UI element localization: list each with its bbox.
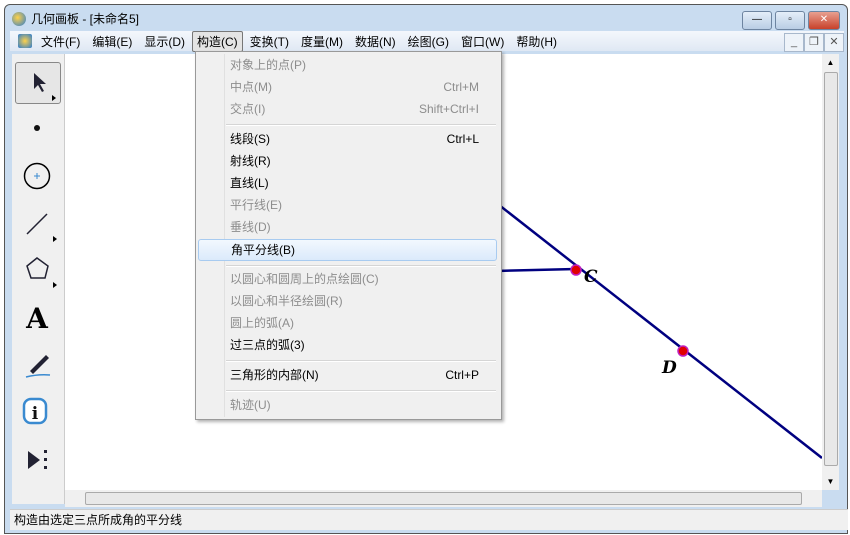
- angle-side-segment[interactable]: [494, 267, 577, 273]
- menu-item-triangle-interior[interactable]: 三角形的内部(N) Ctrl+P: [198, 364, 495, 386]
- information-tool[interactable]: i: [15, 392, 59, 432]
- point-d[interactable]: [677, 345, 689, 357]
- doc-restore-button[interactable]: ❐: [804, 33, 824, 52]
- minimize-button[interactable]: —: [742, 11, 772, 30]
- menu-item-parallel-line[interactable]: 平行线(E): [198, 194, 495, 216]
- menu-item-circle-center-point[interactable]: 以圆心和圆周上的点绘圆(C): [198, 268, 495, 290]
- menu-data[interactable]: 数据(N): [350, 31, 401, 52]
- document-icon[interactable]: [18, 34, 32, 48]
- vertical-scrollbar[interactable]: ▲ ▼: [822, 54, 839, 490]
- info-icon: i: [22, 397, 48, 425]
- svg-text:i: i: [32, 404, 39, 424]
- menu-item-midpoint[interactable]: 中点(M) Ctrl+M: [198, 76, 495, 98]
- horizontal-scrollbar[interactable]: [65, 490, 822, 507]
- close-button[interactable]: ✕: [808, 11, 840, 30]
- segment-icon: [26, 213, 57, 242]
- text-tool[interactable]: A: [15, 298, 59, 338]
- arrow-icon: [34, 73, 56, 101]
- text-a-icon: A: [26, 301, 48, 335]
- menu-help[interactable]: 帮助(H): [511, 31, 562, 52]
- marker-tool[interactable]: [15, 344, 59, 384]
- menubar: 文件(F) 编辑(E) 显示(D) 构造(C) 变换(T) 度量(M) 数据(N…: [10, 30, 844, 52]
- line-tool[interactable]: [15, 204, 59, 244]
- label-d[interactable]: D: [661, 358, 677, 378]
- horizontal-scroll-thumb[interactable]: [85, 492, 802, 505]
- menu-item-perpendicular-line[interactable]: 垂线(D): [198, 216, 495, 238]
- title-bar: 几何画板 - [未命名5]: [12, 10, 139, 27]
- doc-minimize-button[interactable]: _: [784, 33, 804, 52]
- vertical-scroll-thumb[interactable]: [824, 72, 838, 466]
- arrow-tool[interactable]: [15, 62, 61, 104]
- menu-item-angle-bisector[interactable]: 角平分线(B): [198, 239, 497, 261]
- menu-construct[interactable]: 构造(C): [192, 30, 243, 52]
- menu-edit[interactable]: 编辑(E): [87, 31, 137, 52]
- bisector-line[interactable]: [484, 193, 823, 459]
- custom-tool[interactable]: [15, 440, 59, 480]
- toolbox: A i: [12, 54, 65, 504]
- status-bar: 构造由选定三点所成角的平分线: [10, 509, 848, 530]
- circle-icon: [23, 162, 51, 190]
- menu-transform[interactable]: 变换(T): [245, 31, 294, 52]
- menu-item-segment[interactable]: 线段(S) Ctrl+L: [198, 128, 495, 150]
- menu-item-circle-center-radius[interactable]: 以圆心和半径绘圆(R): [198, 290, 495, 312]
- point-icon: [34, 125, 40, 131]
- menu-display[interactable]: 显示(D): [139, 31, 190, 52]
- custom-tool-icon: [28, 450, 47, 469]
- compass-tool[interactable]: [15, 156, 59, 196]
- polygon-tool[interactable]: [15, 250, 59, 290]
- menu-file[interactable]: 文件(F): [36, 31, 85, 52]
- menu-item-intersection[interactable]: 交点(I) Shift+Ctrl+I: [198, 98, 495, 120]
- point-c[interactable]: [570, 264, 582, 276]
- menu-item-line[interactable]: 直线(L): [198, 172, 495, 194]
- doc-close-button[interactable]: ✕: [824, 33, 844, 52]
- menu-item-point-on-object[interactable]: 对象上的点(P): [198, 54, 495, 76]
- marker-icon: [25, 355, 51, 378]
- polygon-icon: [26, 257, 57, 288]
- window-title: 几何画板 - [未命名5]: [31, 12, 140, 26]
- app-icon: [12, 11, 26, 26]
- construct-menu: 对象上的点(P) 中点(M) Ctrl+M 交点(I) Shift+Ctrl+I 线…: [195, 51, 502, 420]
- menu-measure[interactable]: 度量(M): [296, 31, 348, 52]
- menu-item-ray[interactable]: 射线(R): [198, 150, 495, 172]
- label-c[interactable]: C: [584, 267, 598, 287]
- menu-item-arc-on-circle[interactable]: 圆上的弧(A): [198, 312, 495, 334]
- menu-item-locus[interactable]: 轨迹(U): [198, 394, 495, 416]
- menu-graph[interactable]: 绘图(G): [403, 31, 454, 52]
- menu-item-arc-three-points[interactable]: 过三点的弧(3): [198, 334, 495, 356]
- point-tool[interactable]: [15, 108, 59, 148]
- maximize-button[interactable]: ▫: [775, 11, 805, 30]
- menu-window[interactable]: 窗口(W): [456, 31, 509, 52]
